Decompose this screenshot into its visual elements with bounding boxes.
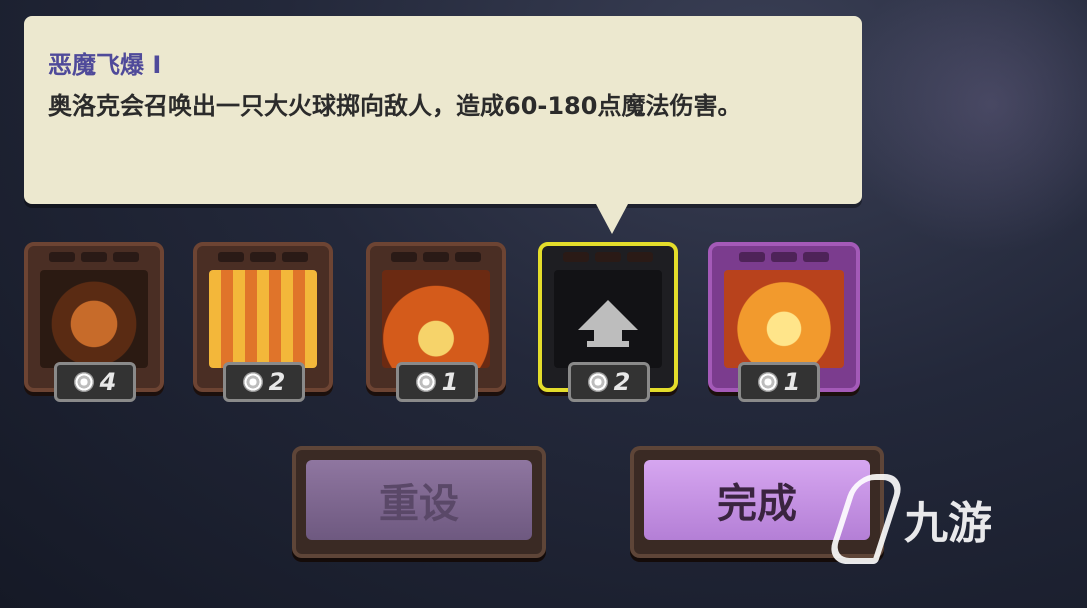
tooltip-title: 恶魔飞爆 I: [48, 51, 162, 79]
skill-level-slots: [542, 252, 674, 262]
fire-tower-icon: [382, 270, 490, 368]
skill-point-icon: [587, 372, 608, 392]
skill-cost-value: 1: [441, 368, 459, 396]
tooltip-description: 奥洛克会召唤出一只大火球掷向敌人，造成60-180点魔法伤害。: [48, 92, 742, 120]
skill-row: 4 2 1 2 1: [0, 242, 1087, 412]
skill-cost-badge: 2: [568, 362, 650, 402]
skill-card-lava[interactable]: 2: [193, 242, 333, 402]
lava-burst-icon: [209, 270, 317, 368]
skill-cost-badge: 4: [54, 362, 136, 402]
watermark-text: 九游: [904, 498, 992, 549]
skill-point-icon: [415, 372, 436, 392]
reset-button-label: 重设: [306, 460, 532, 540]
skill-card-ultimate[interactable]: 1: [708, 242, 860, 402]
skull-fire-icon: [724, 270, 844, 368]
skill-point-icon: [73, 372, 94, 392]
background-decoration: [847, 0, 1087, 260]
skill-card-selected[interactable]: 2: [538, 242, 678, 402]
skill-level-slots: [370, 252, 502, 262]
skill-level-slots: [712, 252, 856, 262]
skill-tooltip: 恶魔飞爆 I 奥洛克会召唤出一只大火球掷向敌人，造成60-180点魔法伤害。: [24, 16, 862, 234]
upgrade-arrow-icon: [554, 270, 662, 368]
skill-cost-badge: 1: [396, 362, 478, 402]
watermark: 九游: [825, 474, 992, 564]
reset-button[interactable]: 重设: [292, 446, 546, 558]
skill-level-slots: [28, 252, 160, 262]
skill-point-icon: [242, 372, 263, 392]
skill-level-slots: [197, 252, 329, 262]
skill-cost-value: 4: [99, 368, 117, 396]
demon-summon-icon: [40, 270, 148, 368]
skill-cost-badge: 1: [738, 362, 820, 402]
skill-cost-value: 1: [783, 368, 801, 396]
skill-card-tower[interactable]: 1: [366, 242, 506, 402]
skill-card-demon[interactable]: 4: [24, 242, 164, 402]
skill-cost-value: 2: [613, 368, 631, 396]
skill-point-icon: [757, 372, 778, 392]
skill-cost-badge: 2: [223, 362, 305, 402]
skill-cost-value: 2: [268, 368, 286, 396]
